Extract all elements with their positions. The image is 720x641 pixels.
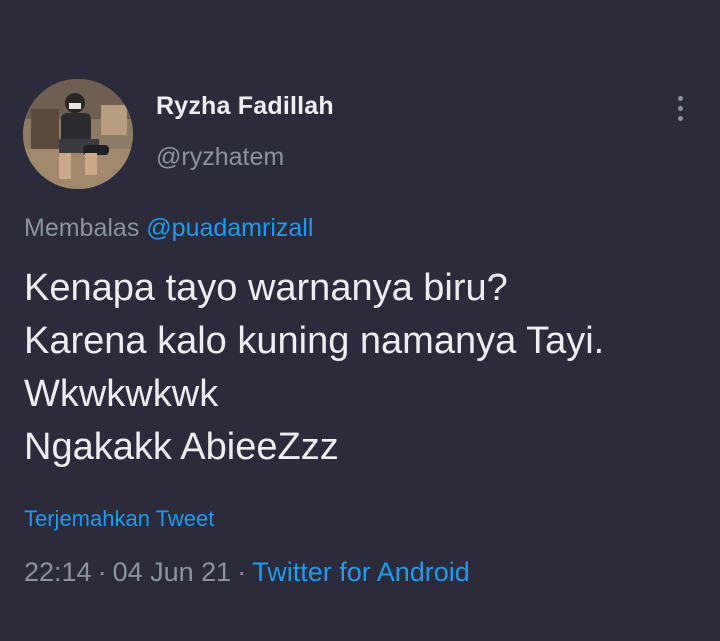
reply-context: Membalas @puadamrizall <box>24 214 313 243</box>
meta-separator: · <box>237 557 247 587</box>
user-handle[interactable]: @ryzhatem <box>156 143 284 172</box>
tweet-line: Ngakakk AbieeZzz <box>24 426 339 468</box>
display-name[interactable]: Ryzha Fadillah <box>156 92 334 121</box>
more-vertical-icon[interactable] <box>665 92 695 126</box>
tweet-date: 04 Jun 21 <box>112 557 232 587</box>
avatar[interactable] <box>23 79 133 189</box>
tweet-meta: 22:14 · 04 Jun 21 · Twitter for Android <box>24 557 470 588</box>
tweet-line: Karena kalo kuning namanya Tayi. <box>24 320 605 362</box>
tweet-time: 22:14 <box>24 557 92 587</box>
translate-tweet-link[interactable]: Terjemahkan Tweet <box>24 506 214 532</box>
tweet-source-link[interactable]: Twitter for Android <box>252 557 470 587</box>
meta-separator: · <box>97 557 107 587</box>
reply-mention-link[interactable]: @puadamrizall <box>146 214 313 242</box>
avatar-photo <box>23 79 133 189</box>
tweet-line: Wkwkwkwk <box>24 373 219 415</box>
reply-prefix: Membalas <box>24 214 140 242</box>
tweet-text: Kenapa tayo warnanya biru? Karena kalo k… <box>24 262 604 474</box>
tweet-line: Kenapa tayo warnanya biru? <box>24 267 508 309</box>
tweet-detail: Ryzha Fadillah @ryzhatem Membalas @puada… <box>0 0 720 641</box>
